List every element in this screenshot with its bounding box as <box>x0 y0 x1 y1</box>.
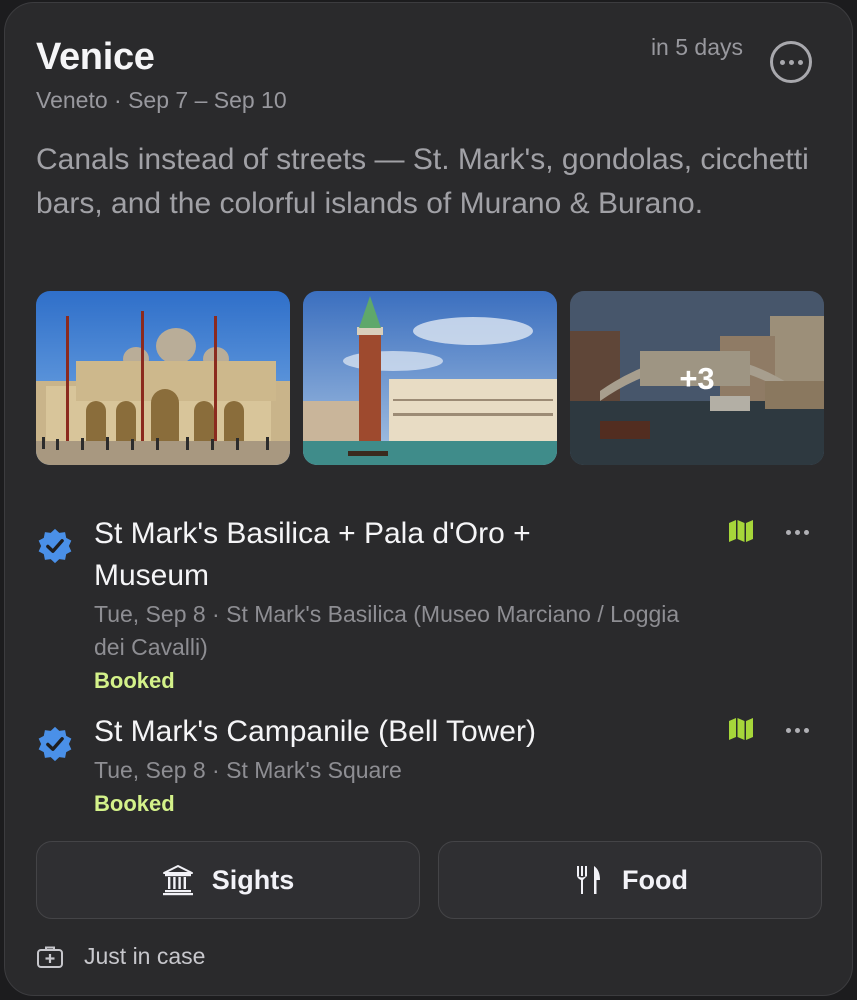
just-in-case-link[interactable]: Just in case <box>36 943 205 970</box>
item-status-booked: Booked <box>94 668 175 693</box>
trip-card: Venice in 5 days Veneto · Sep 7 – Sep 10… <box>4 2 853 996</box>
sights-label: Sights <box>211 864 295 895</box>
sights-button[interactable]: Sights <box>36 841 420 919</box>
basilica-photo[interactable] <box>36 291 290 465</box>
food-label: Food <box>622 864 688 895</box>
more-photos-count: +3 <box>679 361 715 396</box>
trip-title: Venice <box>36 36 155 78</box>
ellipsis-icon[interactable] <box>786 728 809 733</box>
trip-description: Canals instead of streets — St. Mark's, … <box>36 143 809 220</box>
rialto-photo[interactable]: +3 <box>570 291 824 465</box>
fork-knife-icon <box>577 866 600 894</box>
verified-badge-icon <box>38 726 72 762</box>
first-aid-kit-icon <box>37 946 63 968</box>
photo-gallery: +3 <box>36 291 824 465</box>
museum-icon <box>162 865 193 896</box>
trip-subtitle: Veneto · Sep 7 – Sep 10 <box>36 87 287 113</box>
just-in-case-label: Just in case <box>84 943 206 969</box>
trip-countdown: in 5 days <box>650 34 743 60</box>
itinerary-item[interactable]: St Mark's Basilica + Pala d'Oro + Museum… <box>36 513 826 693</box>
more-options-button[interactable] <box>770 41 812 83</box>
item-meta: Tue, Sep 8 · St Mark's Square <box>94 757 402 783</box>
item-status-booked: Booked <box>94 791 175 816</box>
map-icon[interactable] <box>728 717 754 741</box>
ellipsis-icon[interactable] <box>786 530 809 535</box>
campanile-photo[interactable] <box>303 291 557 465</box>
item-meta: Tue, Sep 8 · St Mark's Basilica (Museo M… <box>94 601 680 660</box>
verified-badge-icon <box>38 528 72 564</box>
more-icon <box>779 59 785 65</box>
food-button[interactable]: Food <box>438 841 822 919</box>
item-title: St Mark's Campanile (Bell Tower) <box>94 715 536 748</box>
itinerary-item[interactable]: St Mark's Campanile (Bell Tower) Tue, Se… <box>36 711 826 821</box>
item-title: St Mark's Basilica + Pala d'Oro + Museum <box>94 517 531 592</box>
map-icon[interactable] <box>728 519 754 543</box>
